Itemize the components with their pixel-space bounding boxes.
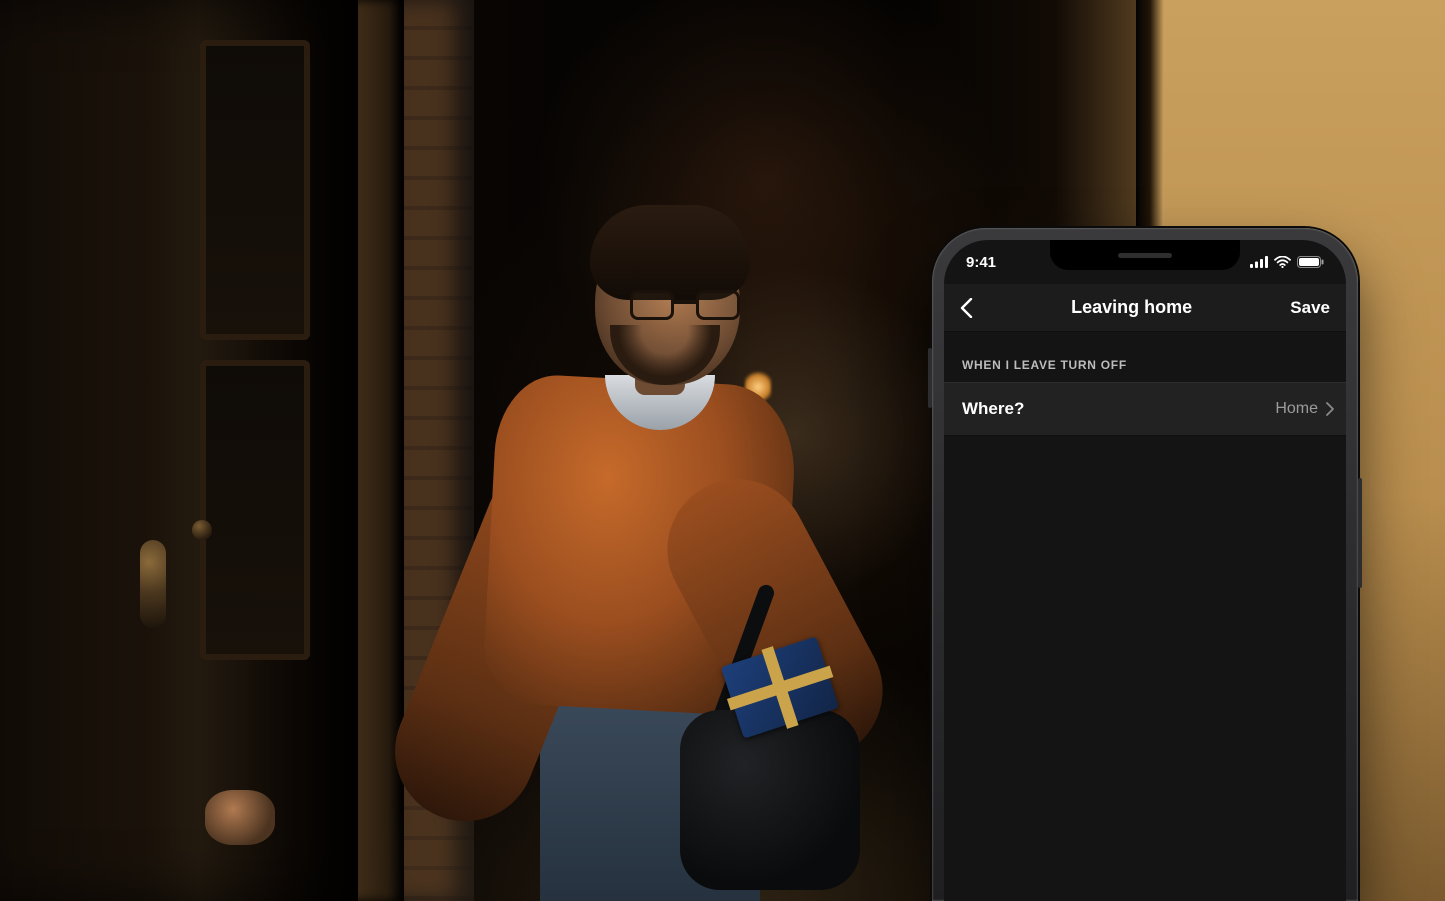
cellular-signal-icon <box>1250 256 1268 268</box>
where-label: Where? <box>962 399 1024 419</box>
person-hand-left <box>205 790 275 845</box>
chevron-left-icon <box>960 298 973 318</box>
back-button[interactable] <box>960 298 973 318</box>
chevron-right-icon <box>1326 402 1334 416</box>
front-door <box>0 0 360 901</box>
screen-content: WHEN I LEAVE TURN OFF Where? Home <box>944 332 1346 901</box>
where-row[interactable]: Where? Home <box>944 382 1346 436</box>
person-leaving <box>430 150 860 901</box>
door-panel <box>200 40 310 340</box>
wifi-icon <box>1274 256 1291 268</box>
phone-screen: 9:41 Leaving home Save <box>944 240 1346 901</box>
phone-device-frame: 9:41 Leaving home Save <box>932 228 1358 901</box>
navbar-title: Leaving home <box>1071 297 1192 318</box>
door-panel <box>200 360 310 660</box>
section-header-when-leave: WHEN I LEAVE TURN OFF <box>944 332 1346 382</box>
person-glasses <box>630 290 740 322</box>
person-hair <box>590 205 750 300</box>
shoulder-bag <box>680 710 860 890</box>
door-lock <box>192 520 212 540</box>
phone-notch <box>1050 240 1240 270</box>
battery-icon <box>1297 256 1324 268</box>
phone-speaker <box>1118 253 1172 258</box>
save-button[interactable]: Save <box>1290 298 1330 318</box>
phone-volume-button <box>928 348 932 408</box>
navbar: Leaving home Save <box>944 284 1346 332</box>
phone-side-button <box>1358 478 1362 588</box>
where-value: Home <box>1275 400 1318 418</box>
status-time: 9:41 <box>966 254 996 271</box>
door-handle <box>140 540 166 628</box>
